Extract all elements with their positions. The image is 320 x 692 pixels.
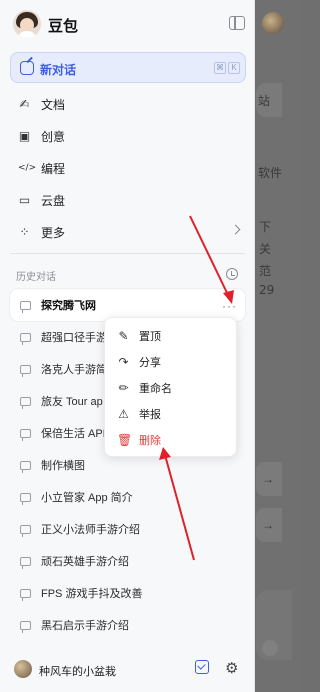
sidebar-divider bbox=[10, 253, 245, 254]
menu-item-delete[interactable]: 🗑 删除 bbox=[105, 427, 236, 453]
main-text-fragment: 关 bbox=[259, 242, 272, 256]
doc-icon: ✍ bbox=[19, 96, 30, 111]
chat-bubble-icon bbox=[20, 364, 31, 377]
menu-item-label: 分享 bbox=[139, 357, 161, 369]
arrow-right-icon: → bbox=[262, 472, 274, 486]
image-icon: ▣ bbox=[18, 128, 31, 143]
history-item[interactable]: 黑石启示手游介绍 bbox=[0, 609, 255, 641]
sidebar-item-creative[interactable]: ▣ 创意 bbox=[0, 120, 255, 152]
chat-bubble-icon bbox=[20, 524, 31, 537]
chat-bubble-icon bbox=[20, 460, 31, 473]
main-input-button[interactable] bbox=[262, 640, 278, 656]
folder-icon: ▭ bbox=[18, 192, 31, 207]
menu-item-share[interactable]: ↷ 分享 bbox=[105, 349, 236, 375]
new-chat-icon bbox=[20, 61, 34, 75]
history-item[interactable]: FPS 游戏手抖及改善 bbox=[0, 577, 255, 609]
main-suggestion-card[interactable]: → bbox=[256, 462, 282, 496]
sidebar-item-label: 创意 bbox=[41, 129, 66, 144]
history-item-label: 小立管家 App 简介 bbox=[41, 492, 133, 504]
chat-bubble-icon bbox=[20, 588, 31, 601]
new-chat-button[interactable]: 新对话 ⌘ K bbox=[10, 52, 246, 83]
user-name[interactable]: 种风车的小盆栽 bbox=[39, 663, 116, 679]
menu-item-label: 删除 bbox=[139, 435, 161, 447]
chat-bubble-icon bbox=[20, 556, 31, 569]
history-heading: 历史对话 bbox=[16, 272, 56, 283]
sidebar-header: 豆包 bbox=[0, 0, 255, 46]
history-item[interactable]: 小立管家 App 简介 bbox=[0, 481, 255, 513]
history-item-label: 黑石启示手游介绍 bbox=[41, 620, 129, 632]
gear-icon[interactable]: ⚙ bbox=[225, 659, 238, 677]
more-options-icon[interactable]: ··· bbox=[222, 299, 237, 313]
menu-item-report[interactable]: ⚠ 举报 bbox=[105, 401, 236, 427]
edit-icon: ✏ bbox=[118, 381, 129, 395]
sidebar-item-label: 云盘 bbox=[41, 193, 66, 208]
main-text-fragment: 下 bbox=[259, 220, 272, 234]
shortcut-cmd-key: ⌘ bbox=[214, 62, 226, 74]
main-text-fragment: 范 bbox=[259, 264, 272, 278]
chat-bubble-icon bbox=[20, 300, 31, 313]
sidebar-item-more[interactable]: ⁘ 更多 bbox=[0, 216, 255, 248]
main-suggestion-card[interactable]: → bbox=[256, 508, 282, 542]
history-item-label: 制作横图 bbox=[41, 460, 85, 472]
share-icon: ↷ bbox=[118, 355, 129, 369]
history-item-label: FPS 游戏手抖及改善 bbox=[41, 588, 143, 600]
sidebar-item-label: 编程 bbox=[41, 161, 66, 176]
trash-icon: 🗑 bbox=[117, 433, 133, 447]
code-icon: </> bbox=[18, 162, 37, 173]
pin-icon: ✎ bbox=[118, 329, 129, 343]
history-item-label: 顽石英雄手游介绍 bbox=[41, 556, 129, 568]
sidebar-item-coding[interactable]: </> 编程 bbox=[0, 152, 255, 184]
history-item[interactable]: 顽石英雄手游介绍 bbox=[0, 545, 255, 577]
download-icon[interactable] bbox=[195, 660, 209, 674]
sidebar-item-label: 文档 bbox=[41, 97, 66, 112]
history-context-menu: ✎ 置顶 ↷ 分享 ✏ 重命名 ⚠ 举报 🗑 删除 bbox=[104, 317, 237, 457]
chevron-right-icon bbox=[230, 224, 241, 235]
sidebar-toggle-icon[interactable] bbox=[229, 16, 245, 30]
avatar[interactable] bbox=[14, 660, 32, 678]
menu-item-rename[interactable]: ✏ 重命名 bbox=[105, 375, 236, 401]
main-text-fragment: 站 bbox=[258, 94, 271, 108]
sidebar-footer: 种风车的小盆栽 ⚙ bbox=[0, 652, 255, 686]
app-name: 豆包 bbox=[48, 18, 79, 35]
chat-bubble-icon bbox=[20, 428, 31, 441]
main-text-fragment: 29 bbox=[259, 283, 275, 297]
chat-bubble-icon bbox=[20, 492, 31, 505]
menu-item-label: 重命名 bbox=[139, 383, 172, 395]
shortcut-k-key: K bbox=[228, 62, 240, 74]
chat-bubble-icon bbox=[20, 396, 31, 409]
main-text-fragment: 软件 bbox=[258, 166, 283, 180]
history-item[interactable]: 正义小法师手游介绍 bbox=[0, 513, 255, 545]
sidebar-item-label: 更多 bbox=[41, 225, 66, 240]
sidebar-item-cloud[interactable]: ▭ 云盘 bbox=[0, 184, 255, 216]
chat-bubble-icon bbox=[20, 620, 31, 633]
history-clock-icon[interactable] bbox=[226, 268, 238, 280]
apps-icon: ⁘ bbox=[19, 224, 30, 239]
chat-bubble-icon bbox=[20, 332, 31, 345]
app-logo bbox=[13, 10, 41, 38]
sidebar-nav: ✍ 文档 ▣ 创意 </> 编程 ▭ 云盘 ⁘ 更多 bbox=[0, 88, 255, 248]
new-chat-label: 新对话 bbox=[40, 63, 77, 77]
arrow-right-icon: → bbox=[262, 518, 274, 532]
history-item-label: 正义小法师手游介绍 bbox=[41, 524, 140, 536]
menu-item-pin[interactable]: ✎ 置顶 bbox=[105, 323, 236, 349]
main-user-avatar[interactable] bbox=[262, 12, 284, 34]
sidebar-item-docs[interactable]: ✍ 文档 bbox=[0, 88, 255, 120]
menu-item-label: 置顶 bbox=[139, 331, 161, 343]
history-item-label: 探究腾飞网 bbox=[41, 300, 96, 312]
menu-item-label: 举报 bbox=[139, 409, 161, 421]
warning-icon: ⚠ bbox=[118, 407, 129, 421]
